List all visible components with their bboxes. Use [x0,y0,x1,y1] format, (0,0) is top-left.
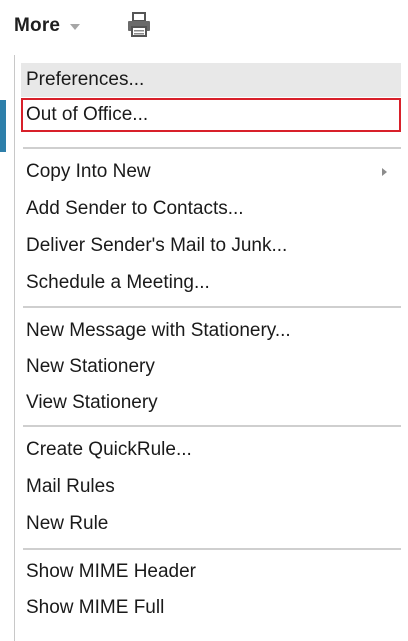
menu-item-show-mime-full[interactable]: Show MIME Full [21,591,401,625]
menu-item-label: View Stationery [26,392,158,413]
menu-item-add-sender-to-contacts[interactable]: Add Sender to Contacts... [21,192,401,226]
menu-item-label: New Stationery [26,356,155,377]
menu-item-label: Create QuickRule... [26,439,192,460]
menu-item-new-rule[interactable]: New Rule [21,507,401,541]
page: More Preferences... Out of Office... Cop… [0,0,408,641]
menu-item-new-stationery[interactable]: New Stationery [21,350,401,384]
menu-item-label: Show MIME Full [26,597,165,618]
menu-item-copy-into-new[interactable]: Copy Into New [21,155,401,189]
more-label: More [14,15,61,36]
menu-separator [23,147,401,149]
menu-item-deliver-to-junk[interactable]: Deliver Sender's Mail to Junk... [21,229,401,263]
accent-strip [0,100,6,152]
menu-item-schedule-meeting[interactable]: Schedule a Meeting... [21,266,401,300]
toolbar: More [0,0,408,48]
menu-item-mail-rules[interactable]: Mail Rules [21,470,401,504]
menu-separator [23,548,401,550]
chevron-down-icon [70,24,81,30]
menu-item-new-message-stationery[interactable]: New Message with Stationery... [21,314,401,348]
menu-item-label: Schedule a Meeting... [26,272,210,293]
menu-item-label: New Message with Stationery... [26,320,291,341]
submenu-arrow-icon [382,168,387,176]
menu-item-label: Add Sender to Contacts... [26,198,244,219]
more-menu: Preferences... Out of Office... Copy Int… [14,55,402,641]
menu-item-out-of-office[interactable]: Out of Office... [21,98,401,132]
menu-separator [23,306,401,308]
menu-item-label: Show MIME Header [26,561,197,582]
printer-icon [128,12,150,37]
menu-item-label: Preferences... [26,69,145,90]
menu-item-label: New Rule [26,513,109,534]
more-button[interactable]: More [14,12,81,40]
menu-item-label: Deliver Sender's Mail to Junk... [26,235,288,256]
menu-item-label: Out of Office... [26,104,149,125]
menu-item-create-quickrule[interactable]: Create QuickRule... [21,433,401,467]
menu-item-preferences[interactable]: Preferences... [21,63,401,97]
menu-item-label: Copy Into New [26,161,151,182]
menu-item-view-stationery[interactable]: View Stationery [21,386,401,420]
print-button[interactable] [125,11,153,39]
menu-separator [23,425,401,427]
menu-item-label: Mail Rules [26,476,115,497]
menu-item-show-mime-header[interactable]: Show MIME Header [21,555,401,589]
